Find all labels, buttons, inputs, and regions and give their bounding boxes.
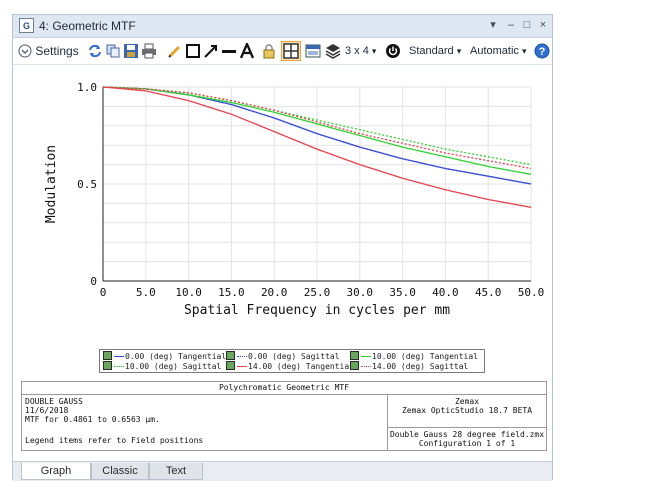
legend-label: 10.00 (deg) Sagittal (125, 362, 222, 371)
legend-item-1: 0.00 (deg) Sagittal (226, 351, 340, 361)
chart-legend: 0.00 (deg) Tangential 10.00 (deg) Sagitt… (99, 349, 485, 373)
x-tick-label: 20.0 (261, 286, 288, 299)
product-version: Zemax OpticStudio 18.7 BETA (401, 406, 533, 415)
tab-classic[interactable]: Classic (91, 463, 149, 480)
mtf-chart: 0 5.0 10.0 15.0 20.0 25.0 30.0 35.0 40.0 45.0 50.0… (44, 81, 545, 318)
close-button[interactable]: × (536, 18, 550, 32)
lens-name: DOUBLE GAUSS (25, 397, 83, 406)
file-name: Double Gauss 28 degree field.zmx (389, 430, 545, 439)
power-icon[interactable] (385, 43, 401, 59)
legend-label: 14.00 (deg) Tangential (248, 362, 354, 371)
plot-area: 0 5.0 10.0 15.0 20.0 25.0 30.0 35.0 40.0 45.0 50.0… (13, 65, 552, 377)
chevron-circle-down-icon (18, 44, 32, 58)
layers-icon[interactable] (325, 43, 341, 59)
pencil-icon[interactable] (167, 43, 183, 59)
wavelength-range: MTF for 0.4861 to 0.6563 μm. (25, 415, 160, 424)
help-icon[interactable]: ? (534, 43, 550, 59)
legend-line-swatch (361, 366, 371, 367)
toolbar: Settings 3 x 4 ▾ Standard ▾ Automatic ▾ … (13, 38, 552, 65)
info-right-bottom: Double Gauss 28 degree field.zmx Configu… (388, 430, 546, 448)
legend-label: 0.00 (deg) Tangential (125, 352, 227, 361)
legend-item-0: 0.00 (deg) Tangential (103, 351, 226, 361)
x-tick-label: 15.0 (218, 286, 245, 299)
window-menu-dropdown-icon[interactable]: ▾ (486, 18, 500, 32)
legend-item-2: 10.00 (deg) Tangential (350, 351, 478, 361)
y-tick-label: 0.5 (77, 178, 97, 191)
grid-size-dropdown[interactable]: 3 x 4 ▾ (345, 42, 376, 60)
x-tick-label: 30.0 (347, 286, 374, 299)
x-tick-label: 50.0 (518, 286, 545, 299)
minimize-button[interactable]: – (504, 18, 518, 32)
legend-item-4: 14.00 (deg) Tangential (226, 361, 354, 371)
info-panel: Polychromatic Geometric MTF DOUBLE GAUSS… (21, 381, 547, 451)
refresh-icon[interactable] (87, 43, 103, 59)
legend-item-5: 14.00 (deg) Sagittal (350, 361, 468, 371)
x-tick-label: 35.0 (389, 286, 416, 299)
legend-checkbox[interactable] (103, 361, 112, 370)
standard-dropdown[interactable]: Standard ▾ (409, 42, 461, 60)
legend-line-swatch (114, 366, 124, 367)
arrow-icon[interactable] (203, 43, 219, 59)
legend-label: 10.00 (deg) Tangential (372, 352, 478, 361)
legend-line-swatch (237, 366, 247, 367)
x-tick-label: 25.0 (304, 286, 331, 299)
analysis-date: 11/6/2018 (25, 406, 69, 415)
tab-text[interactable]: Text (149, 463, 203, 480)
legend-note: Legend items refer to Field positions (25, 436, 204, 445)
grid-size-chevron-icon: ▾ (371, 46, 377, 56)
legend-checkbox[interactable] (350, 361, 359, 370)
copy-icon[interactable] (105, 43, 121, 59)
x-tick-label: 10.0 (175, 286, 202, 299)
standard-label: Standard (409, 45, 454, 57)
window-icon[interactable] (305, 43, 321, 59)
save-icon[interactable] (123, 43, 139, 59)
legend-line-swatch (361, 356, 371, 357)
legend-checkbox[interactable] (226, 361, 235, 370)
company-name: Zemax (454, 397, 480, 406)
tab-graph[interactable]: Graph (21, 463, 91, 480)
legend-label: 0.00 (deg) Sagittal (248, 352, 340, 361)
legend-line-swatch (114, 356, 124, 357)
analysis-app-icon: G (19, 18, 34, 33)
y-tick-label: 1.0 (77, 81, 97, 94)
info-header: Polychromatic Geometric MTF (22, 382, 546, 395)
x-tick-label: 5.0 (136, 286, 156, 299)
x-axis-label: Spatial Frequency in cycles per mm (184, 303, 450, 318)
x-tick-label: 0 (100, 286, 107, 299)
grid-size-label: 3 x 4 (345, 45, 369, 57)
automatic-dropdown[interactable]: Automatic ▾ (470, 42, 527, 60)
title-bar[interactable]: G 4: Geometric MTF ▾ – □ × (13, 15, 552, 38)
analysis-window: G 4: Geometric MTF ▾ – □ × Settings 3 x … (12, 14, 553, 481)
legend-checkbox[interactable] (103, 351, 112, 360)
restore-button[interactable]: □ (520, 18, 534, 32)
info-right-top: Zemax Zemax OpticStudio 18.7 BETA (388, 397, 546, 415)
x-tick-label: 45.0 (475, 286, 502, 299)
automatic-label: Automatic (470, 45, 519, 57)
lock-icon[interactable] (261, 43, 277, 59)
automatic-chevron-icon: ▾ (521, 46, 527, 56)
print-icon[interactable] (141, 43, 157, 59)
info-left-block: DOUBLE GAUSS 11/6/2018 MTF for 0.4861 to… (25, 397, 203, 445)
settings-label: Settings (35, 44, 79, 58)
legend-item-3: 10.00 (deg) Sagittal (103, 361, 221, 371)
layout-grid-icon[interactable] (281, 41, 301, 61)
legend-checkbox[interactable] (350, 351, 359, 360)
standard-chevron-icon: ▾ (456, 46, 462, 56)
legend-checkbox[interactable] (226, 351, 235, 360)
x-tick-label: 40.0 (432, 286, 459, 299)
rectangle-icon[interactable] (185, 43, 201, 59)
info-divider-horizontal (387, 427, 546, 428)
legend-label: 14.00 (deg) Sagittal (372, 362, 469, 371)
y-axis-label: Modulation (44, 145, 59, 223)
view-tabs: Graph Classic Text (13, 461, 552, 481)
legend-line-swatch (237, 356, 247, 357)
line-icon[interactable] (221, 43, 237, 59)
text-tool-icon[interactable] (239, 43, 255, 59)
configuration-label: Configuration 1 of 1 (418, 439, 516, 448)
settings-button[interactable]: Settings (18, 42, 79, 60)
window-title: 4: Geometric MTF (39, 19, 136, 33)
y-tick-label: 0 (90, 275, 97, 288)
svg-text:?: ? (539, 46, 546, 58)
